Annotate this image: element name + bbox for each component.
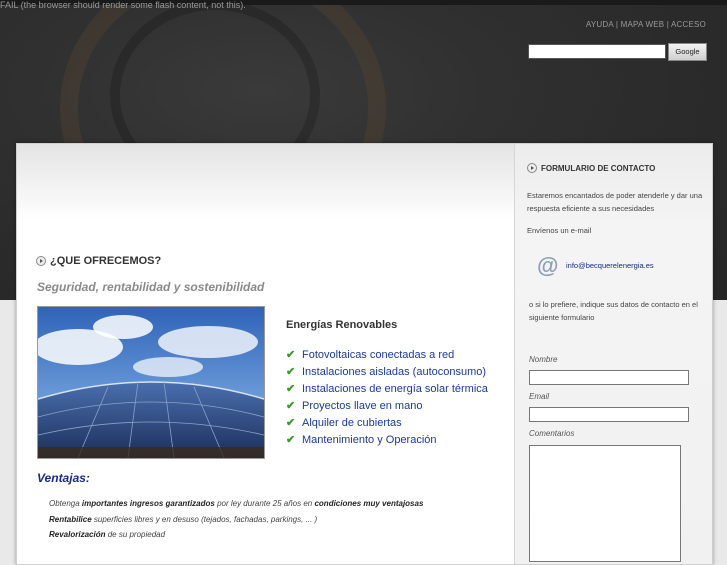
nav-separator: | bbox=[666, 20, 670, 29]
solar-panels-photo bbox=[37, 306, 265, 459]
ventaja-bold: Revalorización bbox=[49, 530, 106, 539]
ventaja-bold: importantes ingresos garantizados bbox=[81, 499, 215, 508]
bullet-arrow-icon bbox=[36, 256, 46, 267]
list-item: ✔ Fotovoltaicas conectadas a red bbox=[286, 348, 488, 365]
contact-sidebar: FORMULARIO DE CONTACTO Estaremos encanta… bbox=[515, 144, 712, 564]
contact-title: FORMULARIO DE CONTACTO bbox=[541, 163, 656, 173]
check-icon: ✔ bbox=[286, 366, 296, 378]
panel-top-shade bbox=[17, 144, 514, 219]
name-field[interactable] bbox=[529, 370, 689, 385]
nav-link-acceso[interactable]: ACCESO bbox=[671, 20, 706, 29]
ventaja-line: Revalorización de su propiedad bbox=[49, 530, 165, 539]
list-item: ✔ Mantenimiento y Operación bbox=[286, 433, 488, 450]
email-link[interactable]: info@becquerelenergia.es bbox=[566, 261, 654, 270]
ventaja-text: Obtenga bbox=[49, 499, 82, 508]
nav-link-ayuda[interactable]: AYUDA bbox=[586, 20, 614, 29]
service-link[interactable]: Proyectos llave en mano bbox=[302, 400, 422, 412]
flash-fallback-text: FAIL (the browser should render some fla… bbox=[0, 0, 246, 10]
check-icon: ✔ bbox=[286, 434, 296, 446]
google-search-button[interactable]: Google bbox=[668, 43, 707, 61]
section-title: ¿QUE OFRECEMOS? bbox=[50, 255, 162, 268]
section-heading: ¿QUE OFRECEMOS? bbox=[36, 255, 161, 267]
contact-intro: Estaremos encantados de poder atenderle … bbox=[527, 191, 703, 213]
list-item: ✔ Instalaciones de energía solar térmica bbox=[286, 382, 488, 399]
ventaja-line: Rentabilice superficies libres y en desu… bbox=[49, 515, 317, 524]
section-subtitle: Seguridad, rentabilidad y sostenibilidad bbox=[37, 280, 265, 294]
name-label: Nombre bbox=[529, 355, 558, 364]
email-field[interactable] bbox=[529, 407, 689, 422]
comments-textarea[interactable] bbox=[529, 445, 681, 562]
bullet-arrow-icon bbox=[527, 163, 537, 173]
ventaja-bold: condiciones muy ventajosas bbox=[314, 499, 424, 508]
email-at-icon: @ bbox=[537, 253, 559, 278]
service-link[interactable]: Instalaciones aisladas (autoconsumo) bbox=[302, 366, 486, 378]
content-panel: ¿QUE OFRECEMOS? Seguridad, rentabilidad … bbox=[16, 143, 713, 565]
nav-separator: | bbox=[615, 20, 619, 29]
ventajas-title: Ventajas: bbox=[37, 471, 90, 485]
service-link[interactable]: Alquiler de cubiertas bbox=[302, 417, 402, 429]
search-input[interactable] bbox=[528, 44, 666, 59]
ventaja-text: por ley durante 25 años en bbox=[214, 499, 315, 508]
send-email-label: Envíenos un e-mail bbox=[527, 226, 592, 235]
check-icon: ✔ bbox=[286, 349, 296, 361]
ventaja-line: Obtenga importantes ingresos garantizado… bbox=[49, 499, 423, 508]
list-item: ✔ Alquiler de cubiertas bbox=[286, 416, 488, 433]
list-item: ✔ Instalaciones aisladas (autoconsumo) bbox=[286, 365, 488, 382]
comments-label: Comentarios bbox=[529, 429, 575, 438]
nav-link-mapa-web[interactable]: MAPA WEB bbox=[621, 20, 665, 29]
top-nav: AYUDA | MAPA WEB | ACCESO bbox=[586, 20, 706, 29]
email-label: Email bbox=[529, 392, 550, 401]
service-link[interactable]: Fotovoltaicas conectadas a red bbox=[302, 349, 454, 361]
contact-heading: FORMULARIO DE CONTACTO bbox=[527, 163, 655, 173]
check-icon: ✔ bbox=[286, 417, 296, 429]
contact-alt-text: o si lo prefiere, indique sus datos de c… bbox=[529, 300, 698, 322]
service-link[interactable]: Mantenimiento y Operación bbox=[302, 434, 437, 446]
service-link[interactable]: Instalaciones de energía solar térmica bbox=[302, 383, 488, 395]
ventaja-text: de su propiedad bbox=[105, 530, 166, 539]
list-item: ✔ Proyectos llave en mano bbox=[286, 399, 488, 416]
services-list: ✔ Fotovoltaicas conectadas a red ✔ Instala… bbox=[286, 348, 488, 450]
check-icon: ✔ bbox=[286, 400, 296, 412]
check-icon: ✔ bbox=[286, 383, 296, 395]
ventaja-text: superficies libres y en desuso (tejados,… bbox=[91, 515, 318, 524]
ventaja-bold: Rentabilice bbox=[49, 515, 92, 524]
renewables-title: Energías Renovables bbox=[286, 319, 398, 331]
